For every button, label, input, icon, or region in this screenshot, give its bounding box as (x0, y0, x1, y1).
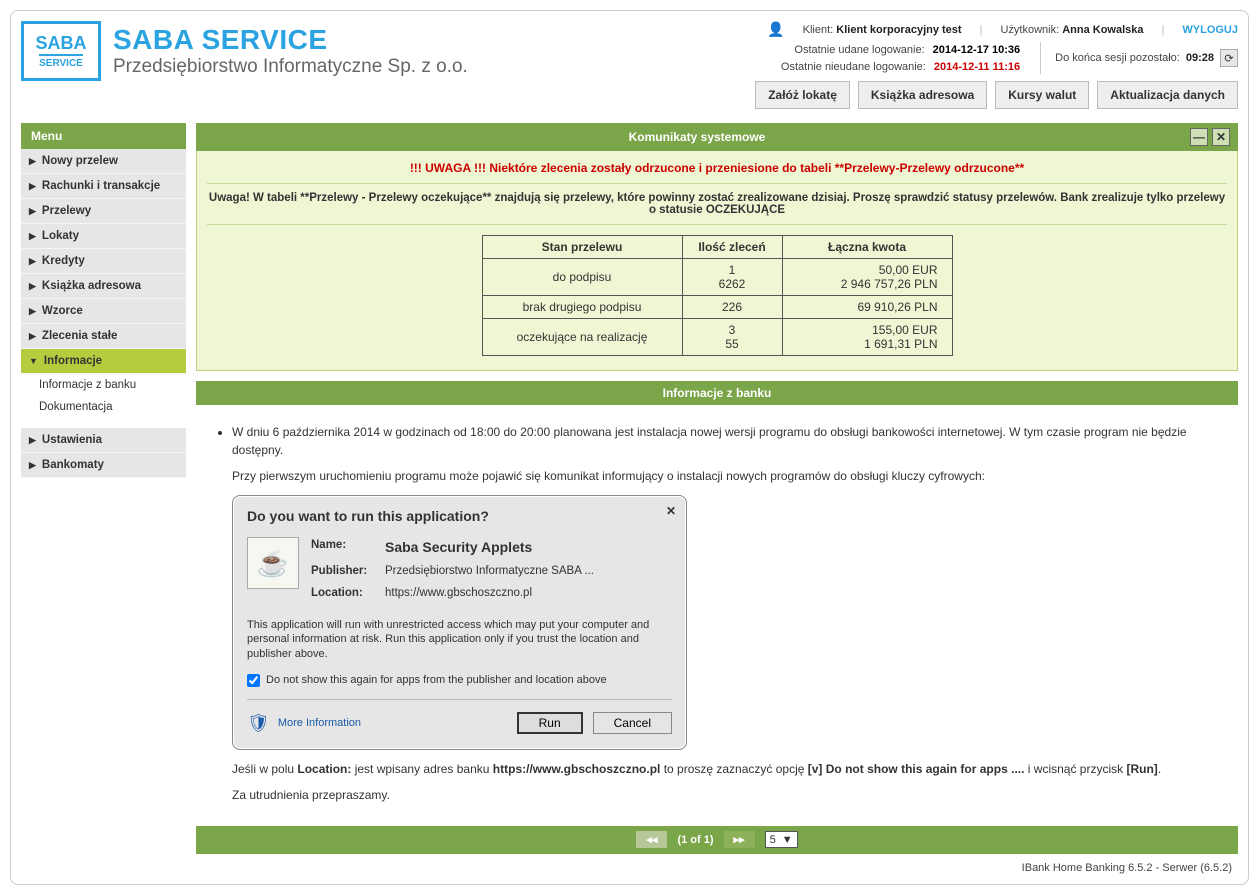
chevron-right-icon: ▶ (29, 306, 36, 317)
dialog-title: Do you want to run this application? (247, 506, 672, 527)
footer-version: IBank Home Banking 6.5.2 - Serwer (6.5.2… (196, 854, 1238, 874)
menu-credits[interactable]: ▶Kredyty (21, 249, 186, 274)
col-count: Ilość zleceń (682, 236, 782, 259)
submenu-bank-info[interactable]: Informacje z banku (21, 374, 186, 396)
dlg-publisher-value: Przedsiębiorstwo Informatyczne SABA ... (385, 563, 594, 580)
logo-area: SABA SERVICE SABA SERVICE Przedsiębiorst… (21, 21, 468, 81)
cancel-button[interactable]: Cancel (593, 712, 672, 734)
alert-pending: Uwaga! W tabeli **Przelewy - Przelewy oc… (207, 188, 1227, 225)
user-value: Anna Kowalska (1062, 24, 1143, 36)
dialog-close-button[interactable]: ✕ (666, 502, 676, 520)
brand-title: SABA SERVICE (113, 24, 468, 56)
menu-new-transfer[interactable]: ▶Nowy przelew (21, 149, 186, 174)
sidebar: Menu ▶Nowy przelew ▶Rachunki i transakcj… (21, 123, 186, 874)
chevron-right-icon: ▶ (29, 206, 36, 217)
chevron-right-icon: ▶ (29, 156, 36, 167)
apology-text: Za utrudnienia przepraszamy. (232, 786, 1222, 804)
system-messages-header: Komunikaty systemowe — ✕ (196, 123, 1238, 151)
chevron-down-icon: ▼ (782, 834, 793, 846)
menu-transfers[interactable]: ▶Przelewy (21, 199, 186, 224)
new-deposit-button[interactable]: Załóż lokatę (755, 81, 850, 109)
close-button[interactable]: ✕ (1212, 128, 1230, 146)
logout-link[interactable]: WYLOGUJ (1182, 24, 1238, 36)
chevron-right-icon: ▶ (29, 435, 36, 446)
client-icon: 👤 (767, 21, 784, 38)
last-fail-value: 2014-12-11 11:16 (934, 59, 1020, 76)
dlg-location-value: https://www.gbschoszczno.pl (385, 585, 532, 602)
chevron-right-icon: ▶ (29, 460, 36, 471)
table-row: brak drugiego podpisu 226 69 910,26 PLN (482, 296, 952, 319)
chevron-right-icon: ▶ (29, 281, 36, 292)
menu-deposits[interactable]: ▶Lokaty (21, 224, 186, 249)
chevron-right-icon: ▶ (29, 181, 36, 192)
shield-icon: 🛡 (247, 710, 270, 737)
dlg-name-label: Name: (311, 537, 371, 558)
header: SABA SERVICE SABA SERVICE Przedsiębiorst… (21, 21, 1238, 115)
refresh-session-button[interactable]: ⟳ (1220, 49, 1238, 67)
user-label: Użytkownik: (1000, 24, 1059, 36)
menu-accounts[interactable]: ▶Rachunki i transakcje (21, 174, 186, 199)
dlg-name-value: Saba Security Applets (385, 537, 532, 558)
table-row: oczekujące na realizację 355 155,00 EUR1… (482, 319, 952, 356)
session-value: 09:28 (1186, 52, 1214, 64)
submenu-documentation[interactable]: Dokumentacja (21, 396, 186, 418)
brand-subtitle: Przedsiębiorstwo Informatyczne Sp. z o.o… (113, 56, 468, 78)
dlg-warning-text: This application will run with unrestric… (247, 618, 672, 663)
pager-first-button[interactable]: ◂◂ (636, 831, 667, 848)
chevron-right-icon: ▶ (29, 256, 36, 267)
menu-address-book[interactable]: ▶Książka adresowa (21, 274, 186, 299)
menu-templates[interactable]: ▶Wzorce (21, 299, 186, 324)
run-button[interactable]: Run (517, 712, 583, 734)
bank-info-item: W dniu 6 października 2014 w godzinach o… (232, 423, 1222, 804)
menu-title: Menu (21, 123, 186, 149)
java-security-dialog: ✕ Do you want to run this application? ☕… (232, 495, 687, 750)
chevron-right-icon: ▶ (29, 231, 36, 242)
toolbar: Załóż lokatę Książka adresowa Kursy walu… (755, 81, 1238, 109)
dlg-location-label: Location: (311, 585, 371, 602)
transfer-status-table: Stan przelewu Ilość zleceń Łączna kwota … (482, 235, 953, 356)
exchange-rates-button[interactable]: Kursy walut (995, 81, 1089, 109)
chevron-down-icon: ▼ (29, 356, 38, 366)
update-data-button[interactable]: Aktualizacja danych (1097, 81, 1238, 109)
session-label: Do końca sesji pozostało: (1055, 52, 1180, 64)
table-row: do podpisu 16262 50,00 EUR2 946 757,26 P… (482, 259, 952, 296)
client-value: Klient korporacyjny test (836, 24, 961, 36)
pager-next-button[interactable]: ▸▸ (724, 831, 755, 848)
menu-standing-orders[interactable]: ▶Zlecenia stałe (21, 324, 186, 349)
col-amount: Łączna kwota (782, 236, 952, 259)
do-not-show-checkbox[interactable] (247, 674, 260, 687)
last-ok-value: 2014-12-17 10:36 (933, 42, 1020, 59)
logo-icon: SABA SERVICE (21, 21, 101, 81)
bank-info-header: Informacje z banku (196, 381, 1238, 405)
last-ok-label: Ostatnie udane logowanie: (794, 42, 924, 59)
instruction-text: Jeśli w polu Location: jest wpisany adre… (232, 760, 1222, 778)
address-book-button[interactable]: Książka adresowa (858, 81, 987, 109)
page-size-select[interactable]: 5▼ (765, 831, 798, 848)
alert-rejected: !!! UWAGA !!! Niektóre zlecenia zostały … (207, 157, 1227, 184)
minimize-button[interactable]: — (1190, 128, 1208, 146)
pager: ◂◂ (1 of 1) ▸▸ 5▼ (196, 826, 1238, 854)
chevron-right-icon: ▶ (29, 331, 36, 342)
menu-atms[interactable]: ▶Bankomaty (21, 453, 186, 478)
menu-information[interactable]: ▼Informacje (21, 349, 186, 374)
java-icon: ☕ (247, 537, 299, 589)
more-information-link[interactable]: 🛡 More Information (247, 710, 361, 737)
dlg-publisher-label: Publisher: (311, 563, 371, 580)
pager-text: (1 of 1) (677, 834, 713, 846)
client-label: Klient: (803, 24, 834, 36)
last-fail-label: Ostatnie nieudane logowanie: (781, 59, 926, 76)
do-not-show-label: Do not show this again for apps from the… (266, 672, 607, 689)
menu-settings[interactable]: ▶Ustawienia (21, 428, 186, 453)
col-status: Stan przelewu (482, 236, 682, 259)
